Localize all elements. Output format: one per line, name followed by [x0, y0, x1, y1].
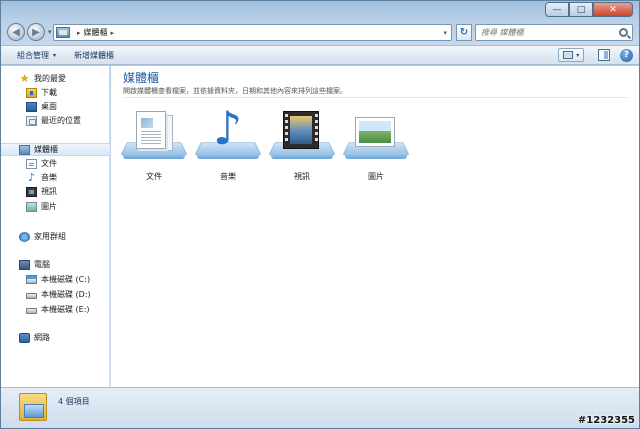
item-count: 4 個項目 — [58, 397, 90, 406]
sidebar-item-label: 圖片 — [41, 202, 57, 211]
sidebar-item-label: 本機磁碟 (E:) — [41, 305, 90, 314]
address-bar[interactable]: ▸ 媒體櫃 ▸ ▾ — [53, 24, 452, 41]
library-label: 音樂 — [220, 172, 236, 181]
sidebar-item-libraries[interactable]: 媒體櫃 — [1, 143, 110, 156]
sidebar-item-homegroup[interactable]: 家用群組 — [1, 230, 110, 243]
library-icon — [19, 144, 30, 155]
caption-buttons: — □ ✕ — [545, 2, 633, 17]
sidebar-item-label: 桌面 — [41, 102, 57, 111]
sidebar-item-desktop[interactable]: 桌面 — [1, 100, 110, 113]
breadcrumb-separator-trailing[interactable]: ▸ — [111, 29, 115, 37]
sidebar-item-drive-d[interactable]: 本機磁碟 (D:) — [1, 288, 110, 301]
drive-icon — [26, 307, 37, 314]
navigation-buttons: ◀ ▶ ▾ — [7, 23, 52, 41]
organize-button[interactable]: 組合管理 ▾ — [17, 50, 56, 61]
library-documents[interactable]: 文件 — [119, 109, 189, 185]
sidebar-item-label: 本機磁碟 (C:) — [41, 275, 91, 284]
download-folder-icon — [26, 87, 37, 98]
help-button[interactable]: ? — [620, 48, 633, 62]
sidebar-item-label: 下載 — [41, 88, 57, 97]
pictures-icon — [26, 201, 37, 212]
sidebar-item-label: 媒體櫃 — [34, 145, 58, 154]
library-pictures[interactable]: 圖片 — [341, 109, 411, 185]
library-label: 圖片 — [368, 172, 384, 181]
sidebar-item-drive-e[interactable]: 本機磁碟 (E:) — [1, 303, 110, 316]
new-library-button[interactable]: 新增媒體櫃 — [74, 50, 114, 61]
sidebar-item-label: 電腦 — [34, 260, 50, 269]
sidebar-item-favorites[interactable]: ★ 我的最愛 — [1, 72, 110, 85]
chevron-down-icon: ▾ — [576, 51, 580, 59]
sidebar-item-videos[interactable]: 視訊 — [1, 185, 110, 198]
video-library-icon — [268, 109, 336, 167]
sidebar-item-documents[interactable]: 文件 — [1, 157, 110, 170]
library-videos[interactable]: 視訊 — [267, 109, 337, 185]
details-pane: 4 個項目 #1232355 — [1, 387, 639, 428]
search-input[interactable] — [481, 28, 615, 37]
sidebar-item-drive-c[interactable]: 本機磁碟 (C:) — [1, 273, 110, 286]
breadcrumb-libraries[interactable]: 媒體櫃 — [84, 27, 108, 38]
toolbar-right: ▾ ? — [558, 48, 633, 62]
video-icon — [26, 186, 37, 197]
music-library-icon: ♪ — [194, 105, 262, 167]
sidebar-item-label: 我的最愛 — [34, 74, 66, 83]
preview-pane-button[interactable] — [598, 49, 610, 61]
sidebar-item-pictures[interactable]: 圖片 — [1, 200, 110, 213]
watermark: #1232355 — [577, 415, 635, 426]
library-label: 文件 — [146, 172, 162, 181]
new-library-label: 新增媒體櫃 — [74, 50, 115, 60]
page-description: 開啟媒體櫃查看檔案，並依據資料夾，日期和其他內容來排列這些檔案。 — [123, 87, 347, 95]
back-button[interactable]: ◀ — [7, 23, 25, 41]
system-drive-icon — [26, 275, 37, 284]
organize-label: 組合管理 — [17, 50, 49, 60]
sidebar-item-label: 視訊 — [41, 187, 57, 196]
sidebar-item-music[interactable]: ♪ 音樂 — [1, 171, 110, 184]
search-icon[interactable] — [619, 28, 628, 37]
library-icon — [56, 27, 70, 38]
command-bar: 組合管理 ▾ 新增媒體櫃 ▾ ? — [1, 45, 639, 65]
pictures-library-icon — [342, 109, 410, 167]
minimize-button[interactable]: — — [545, 2, 569, 17]
search-box[interactable] — [475, 24, 633, 41]
change-view-button[interactable]: ▾ — [558, 48, 584, 62]
sidebar-item-downloads[interactable]: 下載 — [1, 86, 110, 99]
network-icon — [19, 332, 30, 343]
desktop-icon — [26, 101, 37, 112]
navigation-pane: ★ 我的最愛 下載 桌面 最近的位置 媒體櫃 文件 ♪ 音樂 視訊 圖片 家用群… — [1, 66, 110, 387]
view-icon — [562, 51, 573, 59]
close-button[interactable]: ✕ — [593, 2, 633, 17]
explorer-window: — □ ✕ ◀ ▶ ▾ ▸ 媒體櫃 ▸ ▾ ↻ 組合管理 ▾ 新增媒體櫃 — [0, 0, 640, 429]
sidebar-item-label: 音樂 — [41, 173, 57, 182]
address-dropdown[interactable]: ▾ — [443, 29, 447, 37]
forward-button[interactable]: ▶ — [27, 23, 45, 41]
sidebar-item-label: 家用群組 — [34, 232, 66, 241]
library-folder-icon — [19, 393, 47, 421]
sidebar-item-label: 本機磁碟 (D:) — [41, 290, 91, 299]
documents-icon — [26, 158, 37, 169]
sidebar-item-network[interactable]: 網路 — [1, 331, 110, 344]
breadcrumb-separator[interactable]: ▸ — [77, 29, 81, 37]
recent-places-icon — [26, 115, 37, 126]
page-title: 媒體櫃 — [123, 71, 160, 85]
sidebar-item-label: 網路 — [34, 333, 50, 342]
sidebar-item-computer[interactable]: 電腦 — [1, 258, 110, 271]
music-icon: ♪ — [27, 170, 36, 184]
sidebar-item-label: 最近的位置 — [41, 116, 81, 125]
content-pane: 媒體櫃 開啟媒體櫃查看檔案，並依據資料夾，日期和其他內容來排列這些檔案。 文件 … — [111, 66, 639, 387]
title-bar: — □ ✕ ◀ ▶ ▾ ▸ 媒體櫃 ▸ ▾ ↻ — [1, 1, 639, 45]
documents-library-icon — [120, 109, 188, 167]
sidebar-item-recent-places[interactable]: 最近的位置 — [1, 114, 110, 127]
chevron-down-icon: ▾ — [53, 51, 57, 59]
drive-icon — [26, 292, 37, 299]
star-icon: ★ — [19, 71, 30, 85]
library-music[interactable]: ♪ 音樂 — [193, 105, 263, 185]
homegroup-icon — [19, 231, 30, 242]
refresh-button[interactable]: ↻ — [456, 24, 472, 41]
recent-pages-dropdown[interactable]: ▾ — [48, 28, 52, 36]
library-label: 視訊 — [294, 172, 310, 181]
maximize-button[interactable]: □ — [569, 2, 593, 17]
computer-icon — [19, 259, 30, 270]
sidebar-item-label: 文件 — [41, 159, 57, 168]
divider — [123, 97, 629, 98]
